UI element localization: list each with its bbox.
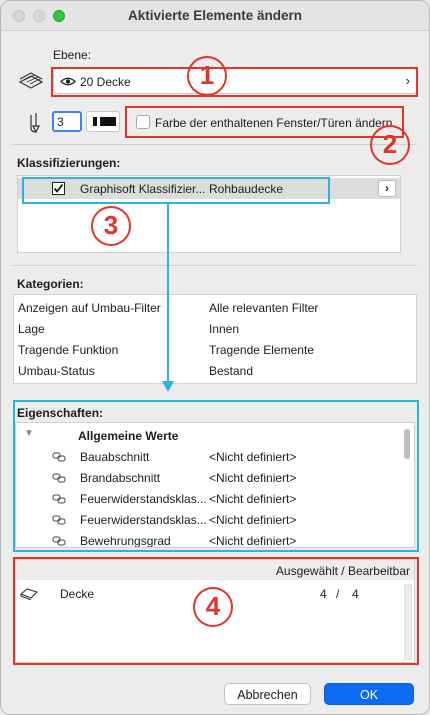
cancel-button[interactable]: Abbrechen xyxy=(224,683,311,705)
divider xyxy=(11,144,417,145)
annotation-marker-2: 2 xyxy=(370,125,410,165)
pen-icon xyxy=(30,113,40,134)
category-value: Innen xyxy=(209,322,240,336)
table-row[interactable]: Anzeigen auf Umbau-Filter Alle relevante… xyxy=(14,297,416,318)
line-swatch xyxy=(100,117,116,126)
category-value: Tragende Elemente xyxy=(209,343,314,357)
line-type-select[interactable] xyxy=(86,111,120,132)
annotation-box-3 xyxy=(22,177,330,204)
annotation-box-2 xyxy=(125,106,404,138)
window-title: Aktivierte Elemente ändern xyxy=(127,8,303,23)
table-row[interactable]: Umbau-Status Bestand xyxy=(14,360,416,381)
arrow-down-icon xyxy=(162,203,174,392)
category-value: Bestand xyxy=(209,364,254,378)
category-name: Lage xyxy=(18,322,45,336)
ok-button[interactable]: OK xyxy=(324,683,414,705)
annotation-marker-4: 4 xyxy=(193,587,233,627)
annotation-box-eigenschaften xyxy=(13,400,419,552)
table-row[interactable]: Tragende Funktion Tragende Elemente xyxy=(14,339,416,360)
annotation-marker-3: 3 xyxy=(91,206,131,246)
divider xyxy=(11,265,417,266)
dialog-window: Aktivierte Elemente ändern Ebene: 20 Dec… xyxy=(0,0,430,715)
category-name: Tragende Funktion xyxy=(18,343,119,357)
annotation-marker-1: 1 xyxy=(187,56,227,96)
layers-icon xyxy=(18,72,44,89)
table-row[interactable]: Lage Innen xyxy=(14,318,416,339)
pen-number-field[interactable]: 3 xyxy=(52,111,82,132)
title-bar: Aktivierte Elemente ändern xyxy=(1,1,429,31)
pen-number-value: 3 xyxy=(57,115,64,129)
kategorien-header: Kategorien: xyxy=(17,277,84,291)
line-swatch-small xyxy=(93,117,97,126)
category-value: Alle relevanten Filter xyxy=(209,301,319,315)
annotation-box-1 xyxy=(51,67,418,97)
category-name: Anzeigen auf Umbau-Filter xyxy=(18,301,161,315)
chevron-right-icon[interactable]: › xyxy=(378,180,396,197)
klassifizierungen-header: Klassifizierungen: xyxy=(17,156,121,170)
kategorien-list: Anzeigen auf Umbau-Filter Alle relevante… xyxy=(13,294,417,384)
category-name: Umbau-Status xyxy=(18,364,95,378)
ebene-label: Ebene: xyxy=(53,48,92,62)
